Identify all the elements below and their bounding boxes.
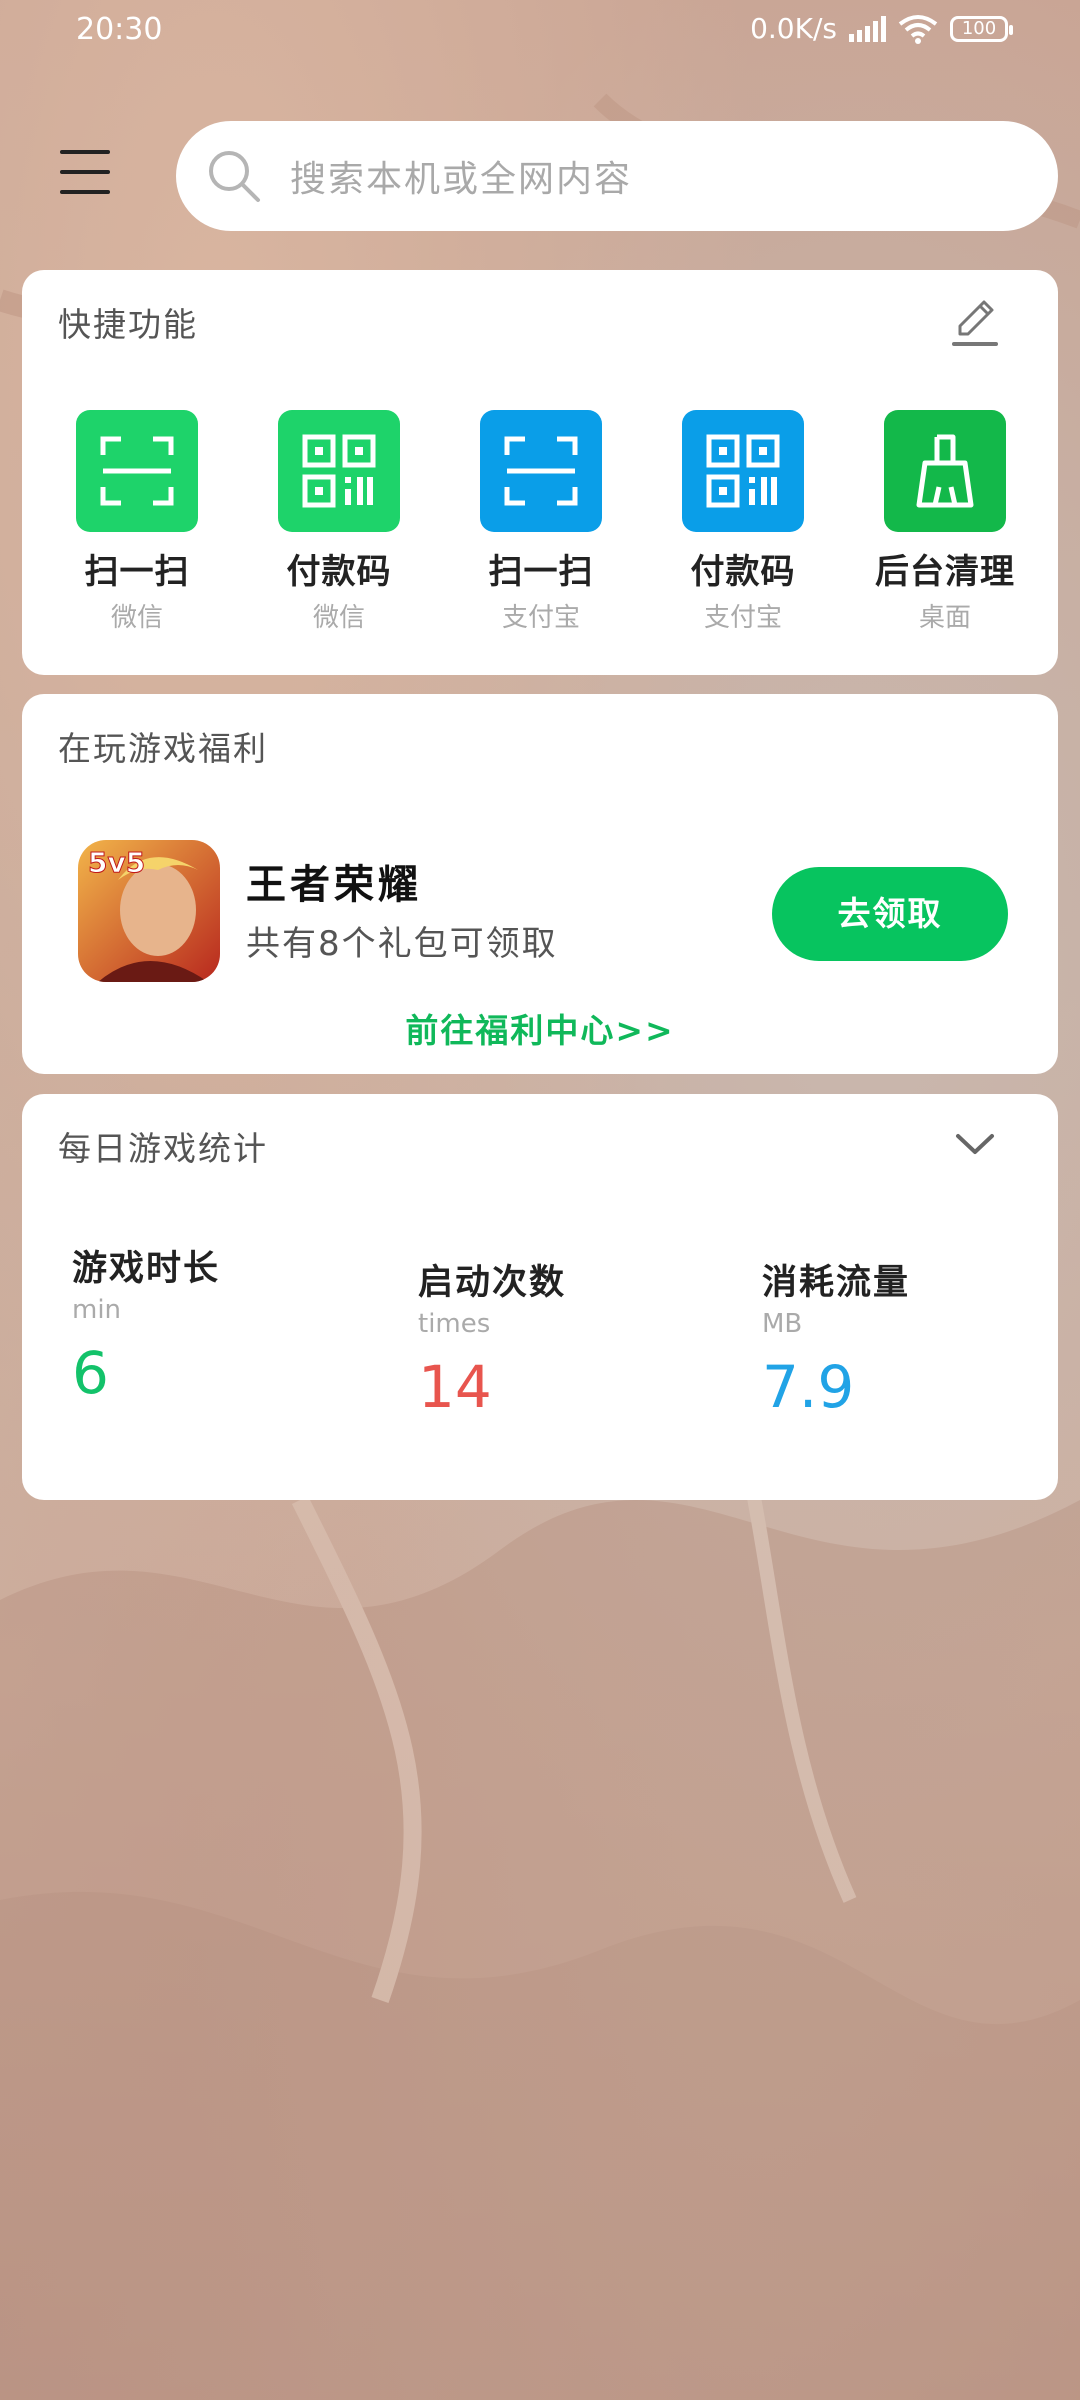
chevron-down-icon[interactable] [954, 1130, 996, 1160]
menu-button[interactable] [60, 150, 114, 196]
search-placeholder: 搜索本机或全网内容 [290, 159, 633, 200]
search-bar[interactable]: 搜索本机或全网内容 [176, 121, 1058, 231]
battery-level: 100 [961, 17, 997, 39]
daily-stats-card: 每日游戏统计 游戏时长 min 6 启动次数 times 14 消耗流量 MB … [22, 1094, 1058, 1500]
stat-value: 14 [418, 1353, 492, 1421]
quick-item-wechat-scan[interactable]: 扫一扫 微信 [36, 410, 238, 634]
quick-item-alipay-scan[interactable]: 扫一扫 支付宝 [440, 410, 642, 634]
quick-item-label: 付款码 [286, 552, 392, 592]
quick-item-sub: 微信 [312, 603, 365, 633]
network-speed: 0.0K/s [750, 12, 837, 45]
game-gift-title: 在玩游戏福利 [58, 729, 268, 768]
quick-item-label: 扫一扫 [488, 552, 594, 592]
game-gift-description: 共有8个礼包可领取 [246, 924, 558, 964]
edit-icon[interactable] [946, 294, 1002, 350]
scan-icon [480, 410, 602, 532]
stat-value: 6 [72, 1339, 109, 1407]
search-icon [209, 151, 260, 202]
battery-icon: 100 [950, 15, 1013, 42]
stat-name: 消耗流量 [762, 1263, 911, 1303]
quick-item-sub: 支付宝 [703, 603, 782, 633]
quick-item-sub: 支付宝 [501, 603, 580, 633]
quick-item-sub: 微信 [110, 603, 163, 633]
stat-name: 启动次数 [418, 1263, 567, 1303]
stat-launch-count: 启动次数 times 14 [418, 1254, 566, 1421]
status-time: 20:30 [76, 12, 163, 47]
stat-data-usage: 消耗流量 MB 7.9 [762, 1254, 910, 1421]
stat-value: 7.9 [762, 1353, 855, 1421]
quick-functions-card: 快捷功能 扫一扫 微信 付款码 微信 扫一扫 支付宝 付款码 支付宝 后台清理 … [22, 270, 1058, 675]
stat-unit: MB [762, 1309, 803, 1339]
qr-code-icon [682, 410, 804, 532]
claim-gift-button[interactable]: 去领取 [772, 867, 1008, 961]
wifi-icon [898, 14, 938, 44]
qr-code-icon [278, 410, 400, 532]
quick-item-label: 扫一扫 [84, 552, 190, 592]
game-name: 王者荣耀 [246, 862, 422, 908]
game-icon-text: 5v5 [88, 846, 145, 879]
daily-stats-title: 每日游戏统计 [58, 1129, 268, 1168]
game-icon[interactable]: 5v5 [78, 840, 220, 982]
quick-item-label: 后台清理 [875, 552, 1015, 592]
quick-functions-title: 快捷功能 [58, 305, 198, 344]
stat-unit: times [418, 1309, 491, 1339]
quick-item-alipay-pay-code[interactable]: 付款码 支付宝 [642, 410, 844, 634]
broom-icon [884, 410, 1006, 532]
stat-play-time: 游戏时长 min 6 [72, 1240, 220, 1407]
scan-icon [76, 410, 198, 532]
stat-name: 游戏时长 [72, 1249, 221, 1289]
quick-functions-list: 扫一扫 微信 付款码 微信 扫一扫 支付宝 付款码 支付宝 后台清理 桌面 [22, 410, 1058, 634]
quick-item-sub: 桌面 [918, 603, 971, 633]
quick-item-background-cleanup[interactable]: 后台清理 桌面 [844, 410, 1046, 634]
welfare-center-link[interactable]: 前往福利中心>> [22, 1004, 1058, 1052]
game-gift-card: 在玩游戏福利 5v5 王者荣耀 共有8个礼包可领取 去领取 前往福利中心>> [22, 694, 1058, 1074]
signal-icon [849, 15, 886, 42]
stat-unit: min [72, 1295, 122, 1325]
status-bar: 20:30 0.0K/s 100 [0, 0, 1080, 62]
quick-item-label: 付款码 [690, 552, 796, 592]
status-indicators: 0.0K/s 100 [750, 12, 1013, 45]
hamburger-icon [60, 150, 110, 154]
quick-item-wechat-pay-code[interactable]: 付款码 微信 [238, 410, 440, 634]
